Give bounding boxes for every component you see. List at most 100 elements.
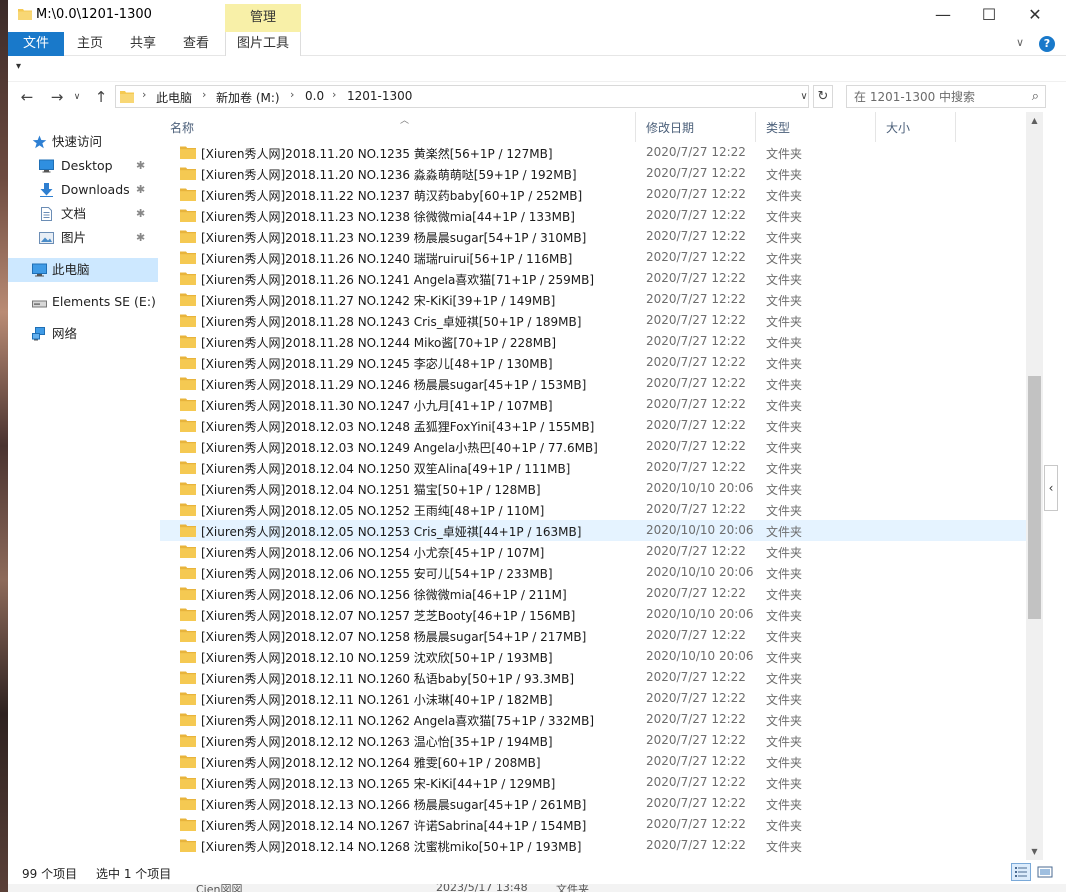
address-bar[interactable]: › 此电脑 › 新加卷 (M:) › 0.0 › 1201-1300 [115,85,809,108]
tab-file[interactable]: 文件 [8,32,64,56]
sidebar-item-desktop[interactable]: Desktop ✱ [8,154,158,178]
table-row[interactable]: [Xiuren秀人网]2018.12.07 NO.1258 杨晨晨sugar[5… [160,625,1028,646]
sidebar-item-quick-access[interactable]: 快速访问 [8,130,158,154]
file-type: 文件夹 [766,168,803,182]
recent-locations-icon[interactable]: ∨ [70,86,84,108]
file-type: 文件夹 [766,504,803,518]
refresh-button[interactable]: ↻ [813,85,833,108]
forward-button[interactable]: → [46,86,68,108]
sidebar-item-drive-e[interactable]: Elements SE (E:) [8,290,158,314]
column-header-date[interactable]: 修改日期 [636,112,756,142]
table-row[interactable]: [Xiuren秀人网]2018.12.06 NO.1256 徐微微mia[46+… [160,583,1028,604]
table-row[interactable]: [Xiuren秀人网]2018.12.11 NO.1261 小沫琳[40+1P … [160,688,1028,709]
table-row[interactable]: [Xiuren秀人网]2018.12.03 NO.1249 Angela小热巴[… [160,436,1028,457]
tab-picture-tools[interactable]: 图片工具 [225,32,301,56]
preview-pane-toggle-icon[interactable]: ‹ [1044,465,1058,511]
table-row[interactable]: [Xiuren秀人网]2018.11.29 NO.1246 杨晨晨sugar[4… [160,373,1028,394]
table-row[interactable]: [Xiuren秀人网]2018.11.20 NO.1236 淼淼萌萌哒[59+1… [160,163,1028,184]
minimize-button[interactable]: — [920,0,966,32]
manage-tab[interactable]: 管理 [225,4,301,32]
breadcrumb-drive-m[interactable]: 新加卷 (M:) [216,89,280,106]
breadcrumb-folder-1201-1300[interactable]: 1201-1300 [347,89,412,103]
folder-icon [180,608,196,621]
sidebar-item-network[interactable]: 网络 [8,322,158,346]
folder-icon [180,419,196,432]
expand-ribbon-icon[interactable]: ∨ [1016,36,1024,49]
table-row[interactable]: [Xiuren秀人网]2018.12.05 NO.1253 Cris_卓娅祺[4… [160,520,1028,541]
file-date: 2020/10/10 20:06 [646,565,754,579]
large-icons-view-button[interactable] [1035,863,1055,881]
table-row[interactable]: [Xiuren秀人网]2018.12.06 NO.1254 小尤奈[45+1P … [160,541,1028,562]
table-row[interactable]: [Xiuren秀人网]2018.11.29 NO.1245 李宓儿[48+1P … [160,352,1028,373]
search-input[interactable] [847,86,1019,107]
column-header-name[interactable]: 名称 [160,112,636,142]
breadcrumb-folder-0-0[interactable]: 0.0 [305,89,324,103]
table-row[interactable]: [Xiuren秀人网]2018.12.14 NO.1267 许诺Sabrina[… [160,814,1028,835]
scrollbar-thumb[interactable] [1028,376,1041,619]
file-type: 文件夹 [766,756,803,770]
sidebar-item-documents[interactable]: 文档 ✱ [8,202,158,226]
table-row[interactable]: [Xiuren秀人网]2018.11.23 NO.1239 杨晨晨sugar[5… [160,226,1028,247]
table-row[interactable]: [Xiuren秀人网]2018.12.13 NO.1266 杨晨晨sugar[4… [160,793,1028,814]
tab-view[interactable]: 查看 [174,32,218,56]
close-button[interactable]: ✕ [1012,0,1058,32]
table-row[interactable]: [Xiuren秀人网]2018.11.27 NO.1242 宋-KiKi[39+… [160,289,1028,310]
up-button[interactable]: ↑ [90,86,112,108]
table-row[interactable]: [Xiuren秀人网]2018.11.30 NO.1247 小九月[41+1P … [160,394,1028,415]
table-row[interactable]: [Xiuren秀人网]2018.12.10 NO.1259 沈欢欣[50+1P … [160,646,1028,667]
table-row[interactable]: [Xiuren秀人网]2018.12.13 NO.1265 宋-KiKi[44+… [160,772,1028,793]
column-header-type[interactable]: 类型 [756,112,876,142]
pin-icon[interactable]: ✱ [136,226,145,250]
sidebar-item-pictures[interactable]: 图片 ✱ [8,226,158,250]
scroll-down-icon[interactable]: ▼ [1026,843,1043,860]
table-row[interactable]: [Xiuren秀人网]2018.12.03 NO.1248 孟狐狸FoxYini… [160,415,1028,436]
file-date: 2020/7/27 12:22 [646,166,746,180]
table-row[interactable]: [Xiuren秀人网]2018.12.04 NO.1251 猫宝[50+1P /… [160,478,1028,499]
tab-share[interactable]: 共享 [121,32,165,56]
breadcrumb-separator-icon[interactable]: › [142,88,146,101]
breadcrumb-this-pc[interactable]: 此电脑 [156,89,192,106]
vertical-scrollbar[interactable]: ▲ ▼ [1026,112,1043,860]
help-button[interactable]: ? [1039,36,1055,52]
breadcrumb-separator-icon[interactable]: › [290,88,294,101]
table-row[interactable]: [Xiuren秀人网]2018.12.07 NO.1257 芝芝Booty[46… [160,604,1028,625]
customize-toolbar-icon[interactable]: ▾ [16,61,21,72]
table-row[interactable]: [Xiuren秀人网]2018.11.23 NO.1238 徐微微mia[44+… [160,205,1028,226]
column-header-size[interactable]: 大小 [876,112,956,142]
file-date: 2020/7/27 12:22 [646,208,746,222]
table-row[interactable]: [Xiuren秀人网]2018.12.14 NO.1268 沈蜜桃miko[50… [160,835,1028,856]
maximize-button[interactable]: ☐ [966,0,1012,32]
folder-icon [180,776,196,789]
pin-icon[interactable]: ✱ [136,154,145,178]
table-row[interactable]: [Xiuren秀人网]2018.12.12 NO.1263 温心怡[35+1P … [160,730,1028,751]
pin-icon[interactable]: ✱ [136,202,145,226]
breadcrumb-separator-icon[interactable]: › [202,88,206,101]
table-row[interactable]: [Xiuren秀人网]2018.11.28 NO.1243 Cris_卓娅祺[5… [160,310,1028,331]
address-dropdown-icon[interactable]: ∨ [797,85,811,108]
details-view-button[interactable] [1011,863,1031,881]
table-row[interactable]: [Xiuren秀人网]2018.12.05 NO.1252 王雨纯[48+1P … [160,499,1028,520]
file-date: 2020/7/27 12:22 [646,229,746,243]
file-date: 2020/7/27 12:22 [646,586,746,600]
table-row[interactable]: [Xiuren秀人网]2018.12.12 NO.1264 雅雯[60+1P /… [160,751,1028,772]
table-row[interactable]: [Xiuren秀人网]2018.12.11 NO.1262 Angela喜欢猫[… [160,709,1028,730]
file-type: 文件夹 [766,588,803,602]
table-row[interactable]: [Xiuren秀人网]2018.11.26 NO.1241 Angela喜欢猫[… [160,268,1028,289]
pin-icon[interactable]: ✱ [136,178,145,202]
sidebar-item-downloads[interactable]: Downloads ✱ [8,178,158,202]
search-icon[interactable]: ⌕ [1032,89,1039,104]
table-row[interactable]: [Xiuren秀人网]2018.12.04 NO.1250 双笙Alina[49… [160,457,1028,478]
table-row[interactable]: [Xiuren秀人网]2018.12.11 NO.1260 私语baby[50+… [160,667,1028,688]
table-row[interactable]: [Xiuren秀人网]2018.11.20 NO.1235 黄楽然[56+1P … [160,142,1028,163]
search-box[interactable]: ⌕ [846,85,1046,108]
tab-home[interactable]: 主页 [68,32,112,56]
scroll-up-icon[interactable]: ▲ [1026,112,1043,129]
file-name: [Xiuren秀人网]2018.11.29 NO.1245 李宓儿[48+1P … [201,357,553,371]
table-row[interactable]: [Xiuren秀人网]2018.11.28 NO.1244 Miko酱[70+1… [160,331,1028,352]
table-row[interactable]: [Xiuren秀人网]2018.12.06 NO.1255 安可儿[54+1P … [160,562,1028,583]
back-button[interactable]: ← [16,86,38,108]
sidebar-item-this-pc[interactable]: 此电脑 [8,258,158,282]
breadcrumb-separator-icon[interactable]: › [332,88,336,101]
table-row[interactable]: [Xiuren秀人网]2018.11.22 NO.1237 萌汉药baby[60… [160,184,1028,205]
table-row[interactable]: [Xiuren秀人网]2018.11.26 NO.1240 瑞瑞ruirui[5… [160,247,1028,268]
